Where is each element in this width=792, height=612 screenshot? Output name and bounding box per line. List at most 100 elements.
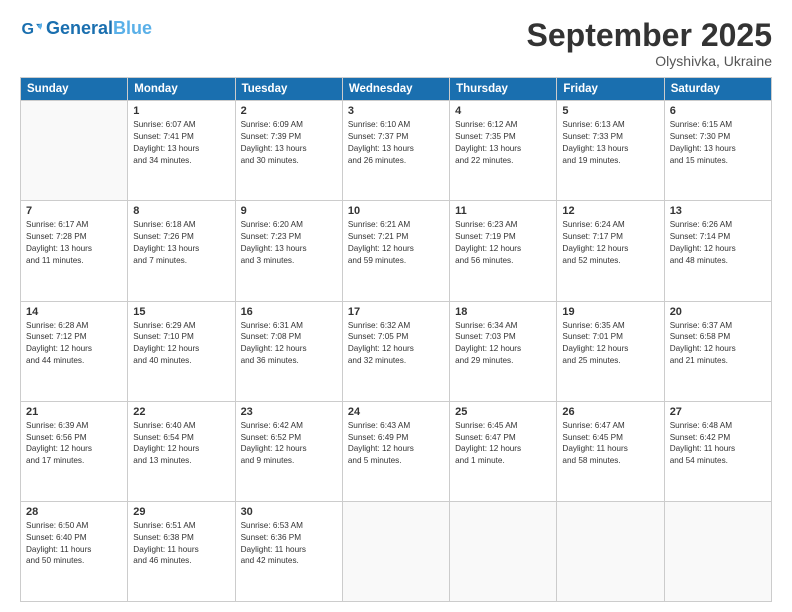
day-number: 29: [133, 506, 229, 518]
day-info: Sunrise: 6:20 AM Sunset: 7:23 PM Dayligh…: [241, 219, 337, 267]
day-number: 21: [26, 406, 122, 418]
table-row: 5 Sunrise: 6:13 AM Sunset: 7:33 PM Daylig…: [557, 101, 664, 201]
day-info: Sunrise: 6:29 AM Sunset: 7:10 PM Dayligh…: [133, 320, 229, 368]
table-row: 9 Sunrise: 6:20 AM Sunset: 7:23 PM Daylig…: [235, 201, 342, 301]
table-row: 26 Sunrise: 6:47 AM Sunset: 6:45 PM Dayli…: [557, 401, 664, 501]
day-info: Sunrise: 6:53 AM Sunset: 6:36 PM Dayligh…: [241, 520, 337, 568]
table-row: 15 Sunrise: 6:29 AM Sunset: 7:10 PM Dayli…: [128, 301, 235, 401]
day-info: Sunrise: 6:07 AM Sunset: 7:41 PM Dayligh…: [133, 119, 229, 167]
day-number: 3: [348, 105, 444, 117]
day-info: Sunrise: 6:32 AM Sunset: 7:05 PM Dayligh…: [348, 320, 444, 368]
day-number: 23: [241, 406, 337, 418]
logo-general: General: [46, 18, 113, 38]
table-row: 17 Sunrise: 6:32 AM Sunset: 7:05 PM Dayli…: [342, 301, 449, 401]
day-info: Sunrise: 6:51 AM Sunset: 6:38 PM Dayligh…: [133, 520, 229, 568]
day-number: 9: [241, 205, 337, 217]
day-number: 12: [562, 205, 658, 217]
logo-icon: G: [20, 18, 42, 40]
day-info: Sunrise: 6:17 AM Sunset: 7:28 PM Dayligh…: [26, 219, 122, 267]
table-row: 11Sunrise: 6:23 AM Sunset: 7:19 PM Dayli…: [450, 201, 557, 301]
table-row: 8Sunrise: 6:18 AM Sunset: 7:26 PM Daylig…: [128, 201, 235, 301]
day-info: Sunrise: 6:12 AM Sunset: 7:35 PM Dayligh…: [455, 119, 551, 167]
calendar-week-row: 21Sunrise: 6:39 AM Sunset: 6:56 PM Dayli…: [21, 401, 772, 501]
calendar-week-row: 1 Sunrise: 6:07 AM Sunset: 7:41 PM Daylig…: [21, 101, 772, 201]
table-row: 6 Sunrise: 6:15 AM Sunset: 7:30 PM Daylig…: [664, 101, 771, 201]
day-info: Sunrise: 6:24 AM Sunset: 7:17 PM Dayligh…: [562, 219, 658, 267]
day-number: 28: [26, 506, 122, 518]
table-row: 30 Sunrise: 6:53 AM Sunset: 6:36 PM Dayli…: [235, 501, 342, 601]
table-row: [342, 501, 449, 601]
day-number: 26: [562, 406, 658, 418]
day-info: Sunrise: 6:50 AM Sunset: 6:40 PM Dayligh…: [26, 520, 122, 568]
day-number: 16: [241, 306, 337, 318]
col-monday: Monday: [128, 78, 235, 101]
day-info: Sunrise: 6:34 AM Sunset: 7:03 PM Dayligh…: [455, 320, 551, 368]
day-info: Sunrise: 6:43 AM Sunset: 6:49 PM Dayligh…: [348, 420, 444, 468]
logo-blue: Blue: [113, 18, 152, 38]
day-info: Sunrise: 6:37 AM Sunset: 6:58 PM Dayligh…: [670, 320, 766, 368]
title-block: September 2025 Olyshivka, Ukraine: [527, 18, 772, 69]
table-row: 12 Sunrise: 6:24 AM Sunset: 7:17 PM Dayli…: [557, 201, 664, 301]
day-info: Sunrise: 6:09 AM Sunset: 7:39 PM Dayligh…: [241, 119, 337, 167]
table-row: 14Sunrise: 6:28 AM Sunset: 7:12 PM Dayli…: [21, 301, 128, 401]
day-info: Sunrise: 6:31 AM Sunset: 7:08 PM Dayligh…: [241, 320, 337, 368]
table-row: 23 Sunrise: 6:42 AM Sunset: 6:52 PM Dayli…: [235, 401, 342, 501]
col-saturday: Saturday: [664, 78, 771, 101]
day-number: 5: [562, 105, 658, 117]
day-number: 17: [348, 306, 444, 318]
day-number: 27: [670, 406, 766, 418]
day-info: Sunrise: 6:15 AM Sunset: 7:30 PM Dayligh…: [670, 119, 766, 167]
day-info: Sunrise: 6:45 AM Sunset: 6:47 PM Dayligh…: [455, 420, 551, 468]
table-row: 3 Sunrise: 6:10 AM Sunset: 7:37 PM Daylig…: [342, 101, 449, 201]
day-info: Sunrise: 6:10 AM Sunset: 7:37 PM Dayligh…: [348, 119, 444, 167]
day-number: 11: [455, 205, 551, 217]
day-info: Sunrise: 6:26 AM Sunset: 7:14 PM Dayligh…: [670, 219, 766, 267]
col-tuesday: Tuesday: [235, 78, 342, 101]
col-friday: Friday: [557, 78, 664, 101]
day-info: Sunrise: 6:40 AM Sunset: 6:54 PM Dayligh…: [133, 420, 229, 468]
svg-text:G: G: [21, 20, 34, 38]
day-info: Sunrise: 6:35 AM Sunset: 7:01 PM Dayligh…: [562, 320, 658, 368]
day-info: Sunrise: 6:42 AM Sunset: 6:52 PM Dayligh…: [241, 420, 337, 468]
day-info: Sunrise: 6:28 AM Sunset: 7:12 PM Dayligh…: [26, 320, 122, 368]
day-number: 4: [455, 105, 551, 117]
day-number: 19: [562, 306, 658, 318]
calendar-week-row: 7 Sunrise: 6:17 AM Sunset: 7:28 PM Daylig…: [21, 201, 772, 301]
table-row: 20Sunrise: 6:37 AM Sunset: 6:58 PM Dayli…: [664, 301, 771, 401]
table-row: 25 Sunrise: 6:45 AM Sunset: 6:47 PM Dayli…: [450, 401, 557, 501]
col-wednesday: Wednesday: [342, 78, 449, 101]
calendar-week-row: 28 Sunrise: 6:50 AM Sunset: 6:40 PM Dayli…: [21, 501, 772, 601]
day-info: Sunrise: 6:47 AM Sunset: 6:45 PM Dayligh…: [562, 420, 658, 468]
table-row: 29 Sunrise: 6:51 AM Sunset: 6:38 PM Dayli…: [128, 501, 235, 601]
day-number: 6: [670, 105, 766, 117]
day-number: 2: [241, 105, 337, 117]
day-number: 18: [455, 306, 551, 318]
page: G GeneralBlue September 2025 Olyshivka, …: [0, 0, 792, 612]
location: Olyshivka, Ukraine: [527, 53, 772, 69]
day-number: 1: [133, 105, 229, 117]
day-info: Sunrise: 6:13 AM Sunset: 7:33 PM Dayligh…: [562, 119, 658, 167]
day-number: 15: [133, 306, 229, 318]
table-row: 22Sunrise: 6:40 AM Sunset: 6:54 PM Dayli…: [128, 401, 235, 501]
day-number: 8: [133, 205, 229, 217]
day-number: 25: [455, 406, 551, 418]
table-row: [557, 501, 664, 601]
day-number: 24: [348, 406, 444, 418]
table-row: 18 Sunrise: 6:34 AM Sunset: 7:03 PM Dayli…: [450, 301, 557, 401]
table-row: 21Sunrise: 6:39 AM Sunset: 6:56 PM Dayli…: [21, 401, 128, 501]
calendar-header-row: Sunday Monday Tuesday Wednesday Thursday…: [21, 78, 772, 101]
calendar-week-row: 14Sunrise: 6:28 AM Sunset: 7:12 PM Dayli…: [21, 301, 772, 401]
table-row: 19 Sunrise: 6:35 AM Sunset: 7:01 PM Dayli…: [557, 301, 664, 401]
table-row: 4 Sunrise: 6:12 AM Sunset: 7:35 PM Daylig…: [450, 101, 557, 201]
day-number: 13: [670, 205, 766, 217]
day-number: 10: [348, 205, 444, 217]
table-row: [450, 501, 557, 601]
table-row: 16 Sunrise: 6:31 AM Sunset: 7:08 PM Dayli…: [235, 301, 342, 401]
col-thursday: Thursday: [450, 78, 557, 101]
table-row: 24 Sunrise: 6:43 AM Sunset: 6:49 PM Dayli…: [342, 401, 449, 501]
day-number: 7: [26, 205, 122, 217]
table-row: 7 Sunrise: 6:17 AM Sunset: 7:28 PM Daylig…: [21, 201, 128, 301]
table-row: 27Sunrise: 6:48 AM Sunset: 6:42 PM Dayli…: [664, 401, 771, 501]
day-number: 30: [241, 506, 337, 518]
col-sunday: Sunday: [21, 78, 128, 101]
